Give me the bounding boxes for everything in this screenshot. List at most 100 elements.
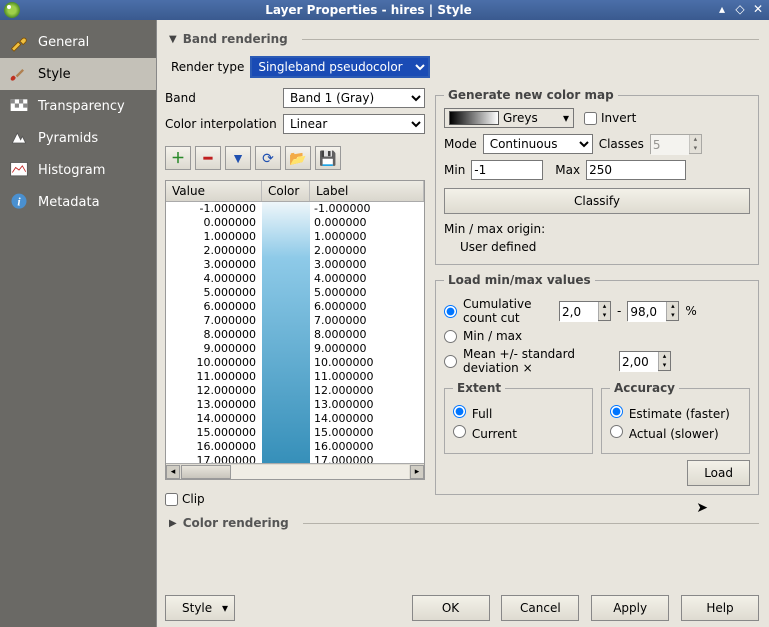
table-row[interactable]: 3.0000003.000000 — [166, 258, 424, 272]
app-icon — [4, 2, 20, 18]
cancel-button[interactable]: Cancel — [501, 595, 579, 621]
color-table: Value Color Label -1.000000-1.0000000.00… — [165, 180, 425, 480]
section-title: Color rendering — [183, 516, 289, 530]
sort-button[interactable]: ▼ — [225, 146, 251, 170]
sidebar-item-transparency[interactable]: Transparency — [0, 90, 156, 122]
full-label: Full — [472, 407, 493, 421]
table-row[interactable]: 2.0000002.000000 — [166, 244, 424, 258]
sidebar-item-label: Style — [38, 67, 71, 82]
render-type-combo[interactable]: Singleband pseudocolor — [250, 56, 430, 78]
invert-checkbox[interactable]: Invert — [584, 111, 636, 125]
band-combo[interactable]: Band 1 (Gray) — [283, 88, 425, 108]
full-radio[interactable]: Full — [453, 405, 492, 421]
sidebar-item-histogram[interactable]: Histogram — [0, 154, 156, 186]
max-input[interactable] — [586, 160, 686, 180]
cum-low-spinbox[interactable]: ▴▾ — [559, 301, 611, 321]
sidebar-item-metadata[interactable]: i Metadata — [0, 186, 156, 218]
ok-button[interactable]: OK — [412, 595, 490, 621]
plus-icon: ＋ — [171, 148, 185, 168]
reload-button[interactable]: ⟳ — [255, 146, 281, 170]
table-row[interactable]: 8.0000008.000000 — [166, 328, 424, 342]
save-file-button[interactable]: 💾 — [315, 146, 341, 170]
table-row[interactable]: 15.00000015.000000 — [166, 426, 424, 440]
transparency-icon — [8, 96, 30, 116]
cum-high-spinbox[interactable]: ▴▾ — [627, 301, 679, 321]
accuracy-fieldset: Accuracy Estimate (faster) Actual (slowe… — [601, 381, 750, 454]
loadvals-fieldset: Load min/max values Cumulative count cut… — [435, 273, 759, 495]
pct-label: % — [685, 304, 696, 318]
classes-label: Classes — [599, 137, 644, 151]
close-icon[interactable]: ✕ — [751, 3, 765, 17]
expand-icon: ▶ — [169, 518, 177, 529]
minmax-radio[interactable]: Min / max — [444, 329, 522, 343]
maximize-icon[interactable]: ◇ — [733, 3, 747, 17]
table-row[interactable]: -1.000000-1.000000 — [166, 202, 424, 216]
colormap-fieldset: Generate new color map Greys ▾ Invert Mo… — [435, 88, 759, 265]
add-entry-button[interactable]: ＋ — [165, 146, 191, 170]
interp-label: Color interpolation — [165, 117, 277, 131]
chevron-down-icon: ▾ — [559, 111, 573, 125]
min-input[interactable] — [471, 160, 543, 180]
mode-combo[interactable]: Continuous — [483, 134, 593, 154]
current-radio[interactable]: Current — [453, 425, 517, 441]
apply-button[interactable]: Apply — [591, 595, 669, 621]
table-row[interactable]: 17.00000017.000000 — [166, 454, 424, 463]
help-button[interactable]: Help — [681, 595, 759, 621]
classes-spinbox[interactable]: ▴▾ — [650, 134, 702, 154]
open-file-button[interactable]: 📂 — [285, 146, 311, 170]
info-icon: i — [8, 192, 30, 212]
col-color-header[interactable]: Color — [262, 181, 310, 201]
table-row[interactable]: 16.00000016.000000 — [166, 440, 424, 454]
cumulative-radio[interactable]: Cumulative count cut — [444, 297, 553, 325]
table-row[interactable]: 6.0000006.000000 — [166, 300, 424, 314]
table-row[interactable]: 12.00000012.000000 — [166, 384, 424, 398]
table-row[interactable]: 7.0000007.000000 — [166, 314, 424, 328]
origin-label: Min / max origin: — [444, 222, 750, 236]
sidebar-item-label: Transparency — [38, 99, 125, 114]
cumulative-label: Cumulative count cut — [463, 297, 553, 325]
estimate-radio[interactable]: Estimate (faster) — [610, 405, 730, 421]
actual-radio[interactable]: Actual (slower) — [610, 425, 719, 441]
style-menu-button[interactable]: Style ▾ — [165, 595, 235, 621]
chevron-down-icon: ▾ — [222, 601, 228, 615]
remove-entry-button[interactable]: ━ — [195, 146, 221, 170]
mode-label: Mode — [444, 137, 477, 151]
table-row[interactable]: 1.0000001.000000 — [166, 230, 424, 244]
invert-label: Invert — [601, 111, 636, 125]
table-row[interactable]: 0.0000000.000000 — [166, 216, 424, 230]
stddev-radio[interactable]: Mean +/- standard deviation × — [444, 347, 613, 375]
interp-combo[interactable]: Linear — [283, 114, 425, 134]
clip-checkbox[interactable]: Clip — [165, 492, 425, 506]
colormap-toolbar: ＋ ━ ▼ ⟳ 📂 💾 — [165, 146, 425, 170]
load-button[interactable]: Load — [687, 460, 750, 486]
band-rendering-header[interactable]: ▼ Band rendering — [169, 32, 759, 46]
max-label: Max — [555, 163, 580, 177]
table-row[interactable]: 13.00000013.000000 — [166, 398, 424, 412]
table-row[interactable]: 5.0000005.000000 — [166, 286, 424, 300]
wrench-icon — [8, 32, 30, 52]
min-label: Min — [444, 163, 465, 177]
table-row[interactable]: 14.00000014.000000 — [166, 412, 424, 426]
sidebar-item-pyramids[interactable]: Pyramids — [0, 122, 156, 154]
extent-fieldset: Extent Full Current — [444, 381, 593, 454]
scroll-left-icon[interactable]: ◂ — [166, 465, 180, 479]
col-label-header[interactable]: Label — [310, 181, 424, 201]
minimize-icon[interactable]: ▴ — [715, 3, 729, 17]
table-hscrollbar[interactable]: ◂ ▸ — [166, 463, 424, 479]
table-row[interactable]: 4.0000004.000000 — [166, 272, 424, 286]
table-row[interactable]: 10.00000010.000000 — [166, 356, 424, 370]
col-value-header[interactable]: Value — [166, 181, 262, 201]
color-rendering-header[interactable]: ▶ Color rendering — [169, 516, 759, 530]
current-label: Current — [472, 427, 517, 441]
classify-button[interactable]: Classify — [444, 188, 750, 214]
actual-label: Actual (slower) — [629, 427, 719, 441]
table-row[interactable]: 11.00000011.000000 — [166, 370, 424, 384]
clip-label: Clip — [182, 492, 205, 506]
palette-combo[interactable]: Greys ▾ — [444, 108, 574, 128]
sidebar-item-general[interactable]: General — [0, 26, 156, 58]
table-row[interactable]: 9.0000009.000000 — [166, 342, 424, 356]
brush-icon — [8, 64, 30, 84]
stddev-spinbox[interactable]: ▴▾ — [619, 351, 671, 371]
scroll-right-icon[interactable]: ▸ — [410, 465, 424, 479]
sidebar-item-style[interactable]: Style — [0, 58, 156, 90]
